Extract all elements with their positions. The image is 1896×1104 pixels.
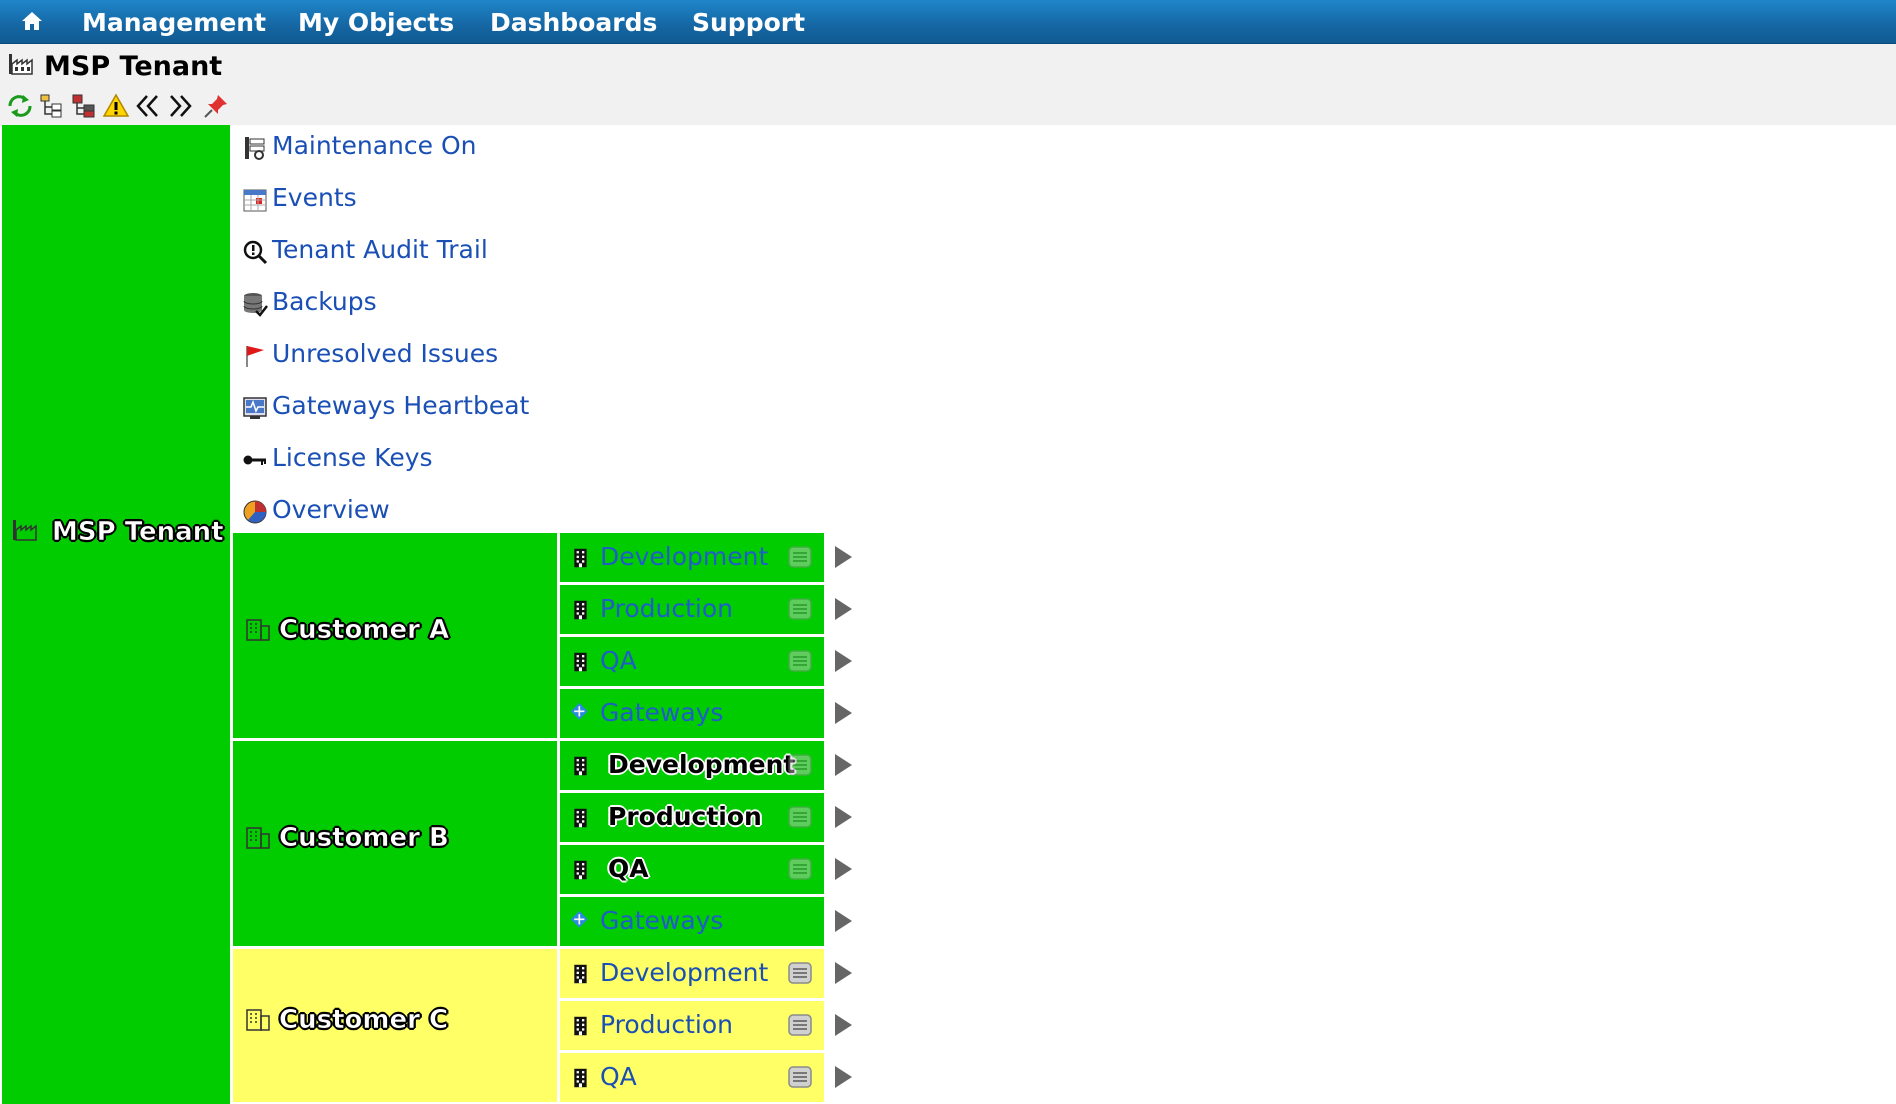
- env-label: QA: [600, 1062, 637, 1091]
- env-row-qa[interactable]: QA: [560, 1050, 824, 1102]
- env-label: QA: [600, 646, 637, 675]
- page-title: MSP Tenant: [44, 51, 223, 82]
- factory-icon: [9, 54, 33, 75]
- expand-arrow-icon[interactable]: [833, 701, 853, 725]
- customer-label: Customer A: [279, 615, 450, 646]
- building-icon: [574, 600, 587, 620]
- env-label: Gateways: [600, 906, 724, 935]
- env-row-production[interactable]: Production: [560, 790, 824, 842]
- expand-arrow-icon[interactable]: [833, 545, 853, 569]
- key-icon: [243, 455, 266, 465]
- building-icon: [574, 756, 587, 776]
- menu-icon[interactable]: [788, 650, 812, 672]
- env-label: QA: [608, 854, 649, 883]
- env-row-development[interactable]: Development: [560, 530, 824, 582]
- building-icon: [574, 860, 587, 880]
- env-row-production[interactable]: Production: [560, 998, 824, 1050]
- env-row-development[interactable]: Development: [560, 946, 824, 998]
- root-tenant-cell[interactable]: MSP Tenant: [2, 125, 233, 1104]
- expand-arrow-icon[interactable]: [833, 1065, 853, 1089]
- expand-arrow-icon[interactable]: [833, 805, 853, 829]
- menu-icon[interactable]: [788, 858, 812, 880]
- factory-icon: [13, 520, 37, 541]
- refresh-icon[interactable]: [6, 92, 34, 120]
- expand-arrow-icon[interactable]: [833, 909, 853, 933]
- env-label: Production: [600, 1010, 734, 1039]
- customer-label: Customer C: [279, 1005, 449, 1036]
- link-label: Tenant Audit Trail: [272, 235, 488, 264]
- env-label: Production: [600, 594, 734, 623]
- customer-label: Customer B: [279, 823, 449, 854]
- expand-arrow-icon[interactable]: [833, 753, 853, 777]
- link-label: Unresolved Issues: [272, 339, 499, 368]
- office-icon: [246, 619, 270, 641]
- nav-my-objects[interactable]: My Objects: [298, 0, 454, 43]
- top-nav-bar: Management My Objects Dashboards Support: [0, 0, 1896, 44]
- audit-icon: [243, 240, 268, 265]
- customer-cell-a[interactable]: Customer A: [233, 530, 560, 738]
- env-row-qa[interactable]: QA: [560, 842, 824, 894]
- expand-icon[interactable]: [166, 92, 194, 120]
- building-icon: [574, 1068, 587, 1088]
- menu-icon[interactable]: [788, 598, 812, 620]
- expand-arrow-icon[interactable]: [833, 961, 853, 985]
- building-icon: [574, 1016, 587, 1036]
- building-icon: [574, 548, 587, 568]
- env-label: Gateways: [600, 698, 724, 727]
- database-icon: [243, 293, 268, 317]
- nav-dashboards[interactable]: Dashboards: [490, 0, 657, 43]
- link-label: License Keys: [272, 443, 433, 472]
- menu-icon[interactable]: [788, 546, 812, 568]
- menu-icon[interactable]: [788, 1066, 812, 1088]
- office-icon: [246, 827, 270, 849]
- building-icon: [574, 808, 587, 828]
- link-label: Gateways Heartbeat: [272, 391, 530, 420]
- root-tenant-label: MSP Tenant: [52, 517, 224, 548]
- menu-icon[interactable]: [788, 962, 812, 984]
- building-icon: [574, 652, 587, 672]
- nav-management[interactable]: Management: [82, 0, 266, 43]
- customer-cell-c[interactable]: Customer C: [233, 946, 560, 1102]
- menu-icon[interactable]: [788, 1014, 812, 1036]
- env-label: Development: [608, 750, 796, 779]
- calendar-icon: [243, 189, 267, 212]
- expand-arrow-icon[interactable]: [833, 857, 853, 881]
- tree-icon[interactable]: [38, 92, 66, 120]
- expand-arrow-icon[interactable]: [833, 1013, 853, 1037]
- env-label: Production: [608, 802, 762, 831]
- link-label: Maintenance On: [272, 131, 477, 160]
- env-row-gateways[interactable]: Gateways: [560, 686, 824, 738]
- maintenance-icon: [245, 137, 265, 160]
- warning-icon[interactable]: [102, 92, 130, 120]
- nav-support[interactable]: Support: [692, 0, 805, 43]
- link-label: Overview: [272, 495, 390, 524]
- menu-icon[interactable]: [788, 806, 812, 828]
- gateway-icon: [570, 702, 588, 720]
- flag-icon: [246, 346, 264, 367]
- expand-arrow-icon[interactable]: [833, 649, 853, 673]
- pin-icon[interactable]: [202, 92, 230, 120]
- env-row-development[interactable]: Development: [560, 738, 824, 790]
- office-icon: [246, 1009, 270, 1031]
- env-row-production[interactable]: Production: [560, 582, 824, 634]
- env-label: Development: [600, 958, 769, 987]
- home-icon[interactable]: [20, 9, 44, 33]
- env-row-gateways[interactable]: Gateways: [560, 894, 824, 946]
- building-icon: [574, 964, 587, 984]
- env-row-qa[interactable]: QA: [560, 634, 824, 686]
- menu-icon[interactable]: [788, 754, 812, 776]
- env-label: Development: [600, 542, 769, 571]
- gateway-icon: [570, 910, 588, 928]
- hierarchy-icon[interactable]: [70, 92, 98, 120]
- link-label: Backups: [272, 287, 377, 316]
- pie-chart-icon: [243, 500, 267, 524]
- collapse-icon[interactable]: [134, 92, 162, 120]
- page-header: MSP Tenant: [0, 44, 1896, 125]
- heartbeat-icon: [243, 397, 267, 419]
- link-label: Events: [272, 183, 357, 212]
- customer-cell-b[interactable]: Customer B: [233, 738, 560, 946]
- expand-arrow-icon[interactable]: [833, 597, 853, 621]
